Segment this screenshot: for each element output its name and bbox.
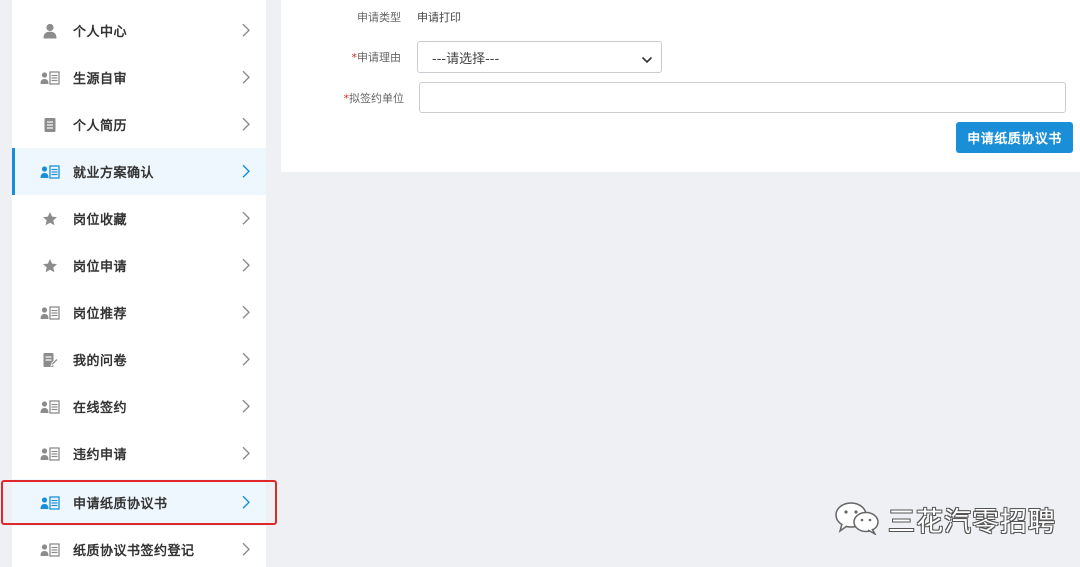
reason-select-value: ---请选择--- (432, 51, 500, 67)
id-card-icon (40, 446, 60, 462)
apply-paper-agreement-button[interactable]: 申请纸质协议书 (956, 122, 1073, 153)
id-card-icon (40, 399, 60, 415)
document-icon (40, 117, 60, 133)
chevron-right-icon (240, 22, 252, 38)
id-card-icon (40, 70, 60, 86)
sidebar-item-label: 岗位申请 (73, 260, 128, 275)
sidebar-item-label: 岗位推荐 (73, 307, 128, 322)
sidebar-item-label: 纸质协议书签约登记 (73, 544, 195, 559)
sidebar-item-paper-agreement-application[interactable]: 申请纸质协议书 (12, 479, 266, 526)
sidebar-item-label: 生源自审 (73, 72, 128, 87)
id-card-icon (40, 164, 60, 180)
chevron-right-icon (240, 163, 252, 179)
reason-select[interactable]: ---请选择--- (417, 41, 662, 73)
sidebar-item-online-signing[interactable]: 在线签约 (12, 383, 266, 430)
sidebar-item-label: 个人中心 (73, 25, 128, 40)
type-label: 申请类型 (357, 11, 401, 24)
chevron-right-icon (240, 351, 252, 367)
watermark: 三花汽零招聘 (834, 500, 1056, 539)
sidebar-item-breach-application[interactable]: 违约申请 (12, 430, 266, 477)
sidebar-item-paper-agreement-registration[interactable]: 纸质协议书签约登记 (12, 526, 266, 567)
id-card-icon (40, 542, 60, 558)
sidebar-item-label: 岗位收藏 (73, 213, 128, 228)
wechat-icon (834, 501, 880, 539)
sidebar-item-source-review[interactable]: 生源自审 (12, 54, 266, 101)
unit-label: *拟签约单位 (294, 90, 405, 106)
sidebar-item-label: 我的问卷 (73, 354, 128, 369)
chevron-right-icon (240, 69, 252, 85)
type-value: 申请打印 (417, 11, 461, 24)
chevron-right-icon (240, 210, 252, 226)
reason-label-text: 申请理由 (357, 51, 401, 64)
sidebar-item-personal-center[interactable]: 个人中心 (12, 7, 266, 54)
star-icon (40, 258, 60, 274)
sidebar-item-job-applications[interactable]: 岗位申请 (12, 242, 266, 289)
sidebar-item-job-favorites[interactable]: 岗位收藏 (12, 195, 266, 242)
sidebar-item-label: 就业方案确认 (73, 166, 155, 181)
chevron-right-icon (240, 398, 252, 414)
chevron-right-icon (240, 116, 252, 132)
sidebar-item-resume[interactable]: 个人简历 (12, 101, 266, 148)
chevron-right-icon (240, 494, 252, 510)
chevron-right-icon (240, 445, 252, 461)
star-icon (40, 211, 60, 227)
watermark-text: 三花汽零招聘 (888, 507, 1056, 538)
signing-unit-input[interactable] (419, 82, 1066, 113)
application-form: 申请类型 申请打印 *申请理由 ---请选择--- *拟签约单位 申请纸质协议书 (281, 0, 1080, 172)
sidebar-item-label: 在线签约 (73, 401, 128, 416)
reason-label: *申请理由 (291, 49, 402, 65)
user-icon (40, 23, 60, 39)
chevron-right-icon (240, 541, 252, 557)
sidebar-item-label: 违约申请 (73, 448, 128, 463)
chevron-right-icon (240, 257, 252, 273)
chevron-right-icon (240, 304, 252, 320)
id-card-icon (40, 495, 60, 511)
sidebar-item-my-questionnaires[interactable]: 我的问卷 (12, 336, 266, 383)
sidebar: 个人中心 生源自审 个人简历 就业方案确认 岗位收藏 岗位申请 岗位推荐 我的问… (12, 0, 266, 567)
id-card-icon (40, 305, 60, 321)
unit-label-text: 拟签约单位 (349, 92, 404, 105)
edit-document-icon (40, 352, 60, 368)
sidebar-item-label: 个人简历 (73, 119, 128, 134)
chevron-down-icon (641, 53, 653, 64)
sidebar-item-job-recommendations[interactable]: 岗位推荐 (12, 289, 266, 336)
sidebar-item-label: 申请纸质协议书 (73, 497, 168, 512)
sidebar-item-employment-plan[interactable]: 就业方案确认 (12, 148, 266, 195)
